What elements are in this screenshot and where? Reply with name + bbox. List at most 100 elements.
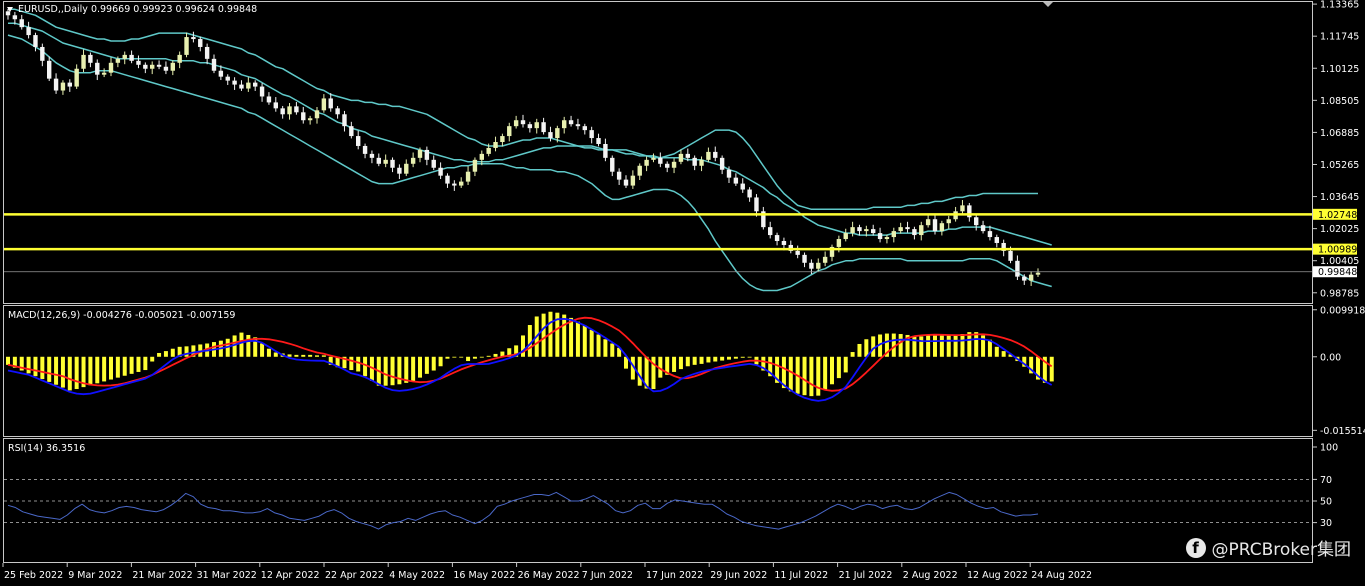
watermark-text: @PRCBroker集团 (1211, 540, 1351, 560)
macd-histogram-bar (864, 339, 869, 357)
macd-histogram-bar (953, 334, 958, 357)
macd-histogram-bar (102, 356, 107, 382)
candle-body (438, 167, 443, 176)
candle-body (321, 98, 327, 111)
candle-body (747, 189, 752, 198)
macd-histogram-bar (919, 336, 924, 357)
price-axis-label: 1.11745 (1320, 32, 1359, 43)
candle-body (740, 183, 745, 190)
macd-histogram-bar (850, 352, 855, 357)
candle-body (170, 62, 175, 71)
candle-body (266, 96, 272, 103)
candle-body (541, 122, 546, 133)
macd-histogram-bar (472, 356, 477, 359)
macd-histogram-bar (727, 356, 731, 360)
candle-body (665, 163, 670, 168)
candle-body (555, 128, 560, 139)
candle-body (163, 66, 169, 71)
date-axis-label: 2 Aug 2022 (903, 570, 958, 581)
macd-histogram-bar (356, 356, 361, 372)
candle-body (822, 256, 828, 263)
macd-histogram-bar (397, 356, 402, 385)
candle-body (939, 223, 945, 232)
macd-histogram-bar (411, 356, 416, 381)
macd-histogram-bar (88, 356, 93, 386)
macd-histogram-bar (260, 343, 265, 357)
chart-background (0, 0, 1365, 586)
candle-body (33, 35, 38, 47)
candle-body (225, 76, 230, 81)
candle-body (459, 181, 464, 186)
macd-histogram-bar (672, 356, 677, 372)
candle-body (932, 219, 938, 232)
rsi-axis-label: 70 (1320, 475, 1332, 486)
macd-histogram-bar (363, 356, 368, 377)
candle-body (809, 262, 814, 269)
macd-histogram-bar (308, 354, 313, 357)
candle-body (328, 98, 333, 109)
candle-body (342, 114, 347, 127)
candle-body (1015, 260, 1020, 277)
macd-histogram-bar (527, 325, 532, 357)
macd-histogram-bar (109, 356, 113, 380)
candle-body (850, 227, 855, 234)
macd-histogram-bar (136, 356, 141, 372)
date-axis-label: 29 Jun 2022 (710, 570, 767, 581)
macd-histogram-bar (486, 355, 491, 357)
macd-histogram-bar (157, 352, 162, 357)
candle-body (294, 106, 299, 113)
price-axis-label: 1.06885 (1320, 128, 1359, 139)
candle-body (1028, 274, 1034, 281)
macd-histogram-bar (692, 356, 697, 365)
candle-body (129, 54, 134, 61)
candle-body (479, 153, 484, 160)
candle-body (26, 27, 31, 36)
candle-body (507, 126, 512, 137)
macd-histogram-bar (582, 325, 587, 357)
macd-histogram-bar (974, 332, 979, 357)
price-axis-label: 1.08505 (1320, 96, 1359, 107)
macd-histogram-bar (129, 356, 134, 374)
candle-body (781, 241, 787, 245)
price-axis-label: 1.03645 (1320, 192, 1359, 203)
candle-body (548, 132, 553, 139)
macd-histogram-bar (122, 356, 127, 376)
candle-body (616, 171, 622, 180)
candle-body (383, 159, 388, 164)
macd-histogram-bar (404, 356, 409, 383)
candle-body (637, 165, 642, 176)
date-axis-label: 7 Jun 2022 (582, 570, 633, 581)
candle-body (925, 219, 931, 226)
candle-body (445, 175, 450, 184)
macd-histogram-bar (6, 356, 10, 365)
candle-body (376, 157, 381, 164)
macd-histogram-bar (740, 356, 745, 358)
macd-histogram-bar (946, 335, 951, 357)
candle-body (671, 161, 677, 168)
macd-histogram-bar (809, 356, 814, 397)
macd-histogram-bar (912, 335, 917, 357)
candle-body (424, 149, 430, 160)
macd-histogram-bar (926, 334, 931, 357)
candle-body (40, 46, 45, 61)
candle-body (410, 157, 416, 164)
candle-body (191, 37, 196, 40)
macd-histogram-bar (301, 354, 306, 357)
macd-histogram-bar (562, 314, 567, 357)
macd-histogram-bar (788, 356, 793, 392)
macd-histogram-bar (521, 335, 525, 357)
rsi-header-text: RSI(14) 36.3516 (8, 443, 85, 454)
rsi-axis-label: 50 (1320, 497, 1332, 508)
candle-body (795, 250, 800, 255)
facebook-icon: f (1185, 537, 1206, 558)
candle-body (232, 80, 237, 85)
date-axis-label: 12 Aug 2022 (967, 570, 1028, 581)
candle-body (259, 86, 265, 97)
macd-histogram-bar (47, 356, 52, 382)
candle-body (307, 118, 313, 121)
chart-canvas[interactable]: 1.02748 1.00989 0.99848 1.13365 1.11745 1.10… (0, 0, 1365, 586)
candle-body (239, 84, 244, 89)
candle-body (156, 64, 162, 67)
candle-body (699, 159, 704, 166)
date-axis-label: 12 Apr 2022 (261, 570, 320, 581)
